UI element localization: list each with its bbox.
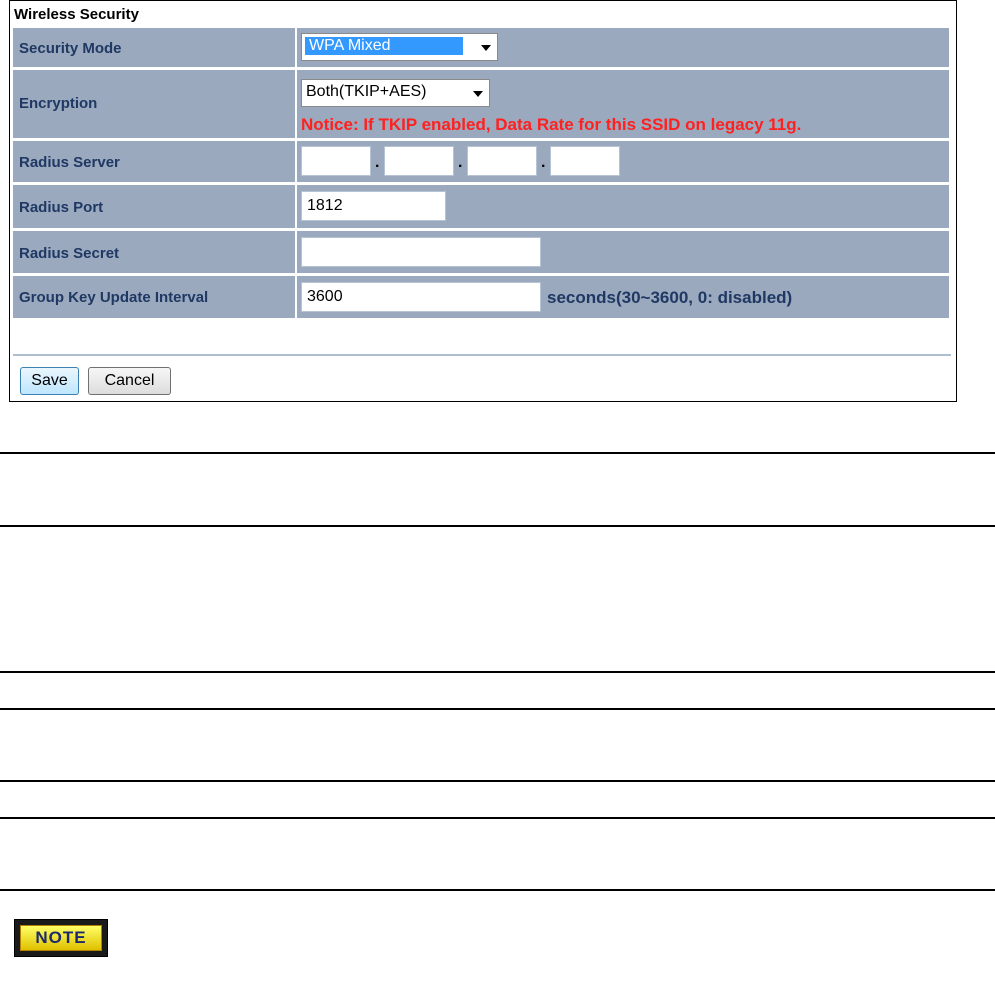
radius-port-label: Radius Port: [19, 199, 104, 216]
note-badge-label: NOTE: [20, 925, 102, 951]
radius-server-value-cell: . . .: [297, 141, 949, 182]
table-rule: [0, 671, 995, 673]
table-rule: [0, 889, 995, 891]
group-key-interval-input[interactable]: 3600: [301, 282, 541, 312]
radius-server-label: Radius Server: [19, 154, 120, 171]
cancel-button[interactable]: Cancel: [88, 367, 171, 395]
panel-title: Wireless Security: [14, 6, 139, 23]
chevron-down-icon: [473, 91, 483, 97]
security-mode-label: Security Mode: [19, 40, 122, 57]
radius-server-octet-3[interactable]: [467, 146, 537, 176]
radius-secret-label: Radius Secret: [19, 245, 120, 262]
radius-secret-value-cell: [297, 231, 949, 273]
security-mode-label-cell: Security Mode: [13, 28, 295, 67]
table-rule: [0, 525, 995, 527]
ip-separator: .: [458, 154, 463, 171]
table-rule: [0, 452, 995, 454]
security-mode-select[interactable]: WPA Mixed: [301, 33, 498, 61]
radius-server-octet-2[interactable]: [384, 146, 454, 176]
chevron-down-icon: [481, 45, 491, 51]
tkip-notice: Notice: If TKIP enabled, Data Rate for t…: [301, 115, 802, 134]
ip-separator: .: [541, 154, 546, 171]
divider: [13, 354, 951, 356]
security-mode-value-cell: WPA Mixed: [297, 28, 949, 67]
table-rule: [0, 708, 995, 710]
radius-secret-input[interactable]: [301, 237, 541, 267]
ip-separator: .: [375, 154, 380, 171]
security-mode-selected: WPA Mixed: [305, 37, 463, 55]
encryption-select[interactable]: Both(TKIP+AES): [301, 79, 490, 107]
table-rule: [0, 817, 995, 819]
radius-server-label-cell: Radius Server: [13, 141, 295, 182]
wireless-security-panel: Wireless Security Security Mode WPA Mixe…: [9, 0, 957, 402]
radius-port-input[interactable]: 1812: [301, 191, 446, 221]
encryption-label-cell: Encryption: [13, 70, 295, 138]
encryption-selected: Both(TKIP+AES): [306, 83, 427, 100]
group-key-label: Group Key Update Interval: [19, 289, 209, 306]
encryption-label: Encryption: [19, 95, 98, 112]
group-key-label-cell: Group Key Update Interval: [13, 276, 295, 318]
radius-server-octet-1[interactable]: [301, 146, 371, 176]
save-button[interactable]: Save: [20, 367, 79, 395]
radius-port-label-cell: Radius Port: [13, 185, 295, 228]
radius-port-value-cell: 1812: [297, 185, 949, 228]
radius-server-octet-4[interactable]: [550, 146, 620, 176]
radius-secret-label-cell: Radius Secret: [13, 231, 295, 273]
group-key-interval-hint: seconds(30~3600, 0: disabled): [547, 288, 793, 307]
table-rule: [0, 780, 995, 782]
note-badge-icon: NOTE: [14, 919, 108, 957]
